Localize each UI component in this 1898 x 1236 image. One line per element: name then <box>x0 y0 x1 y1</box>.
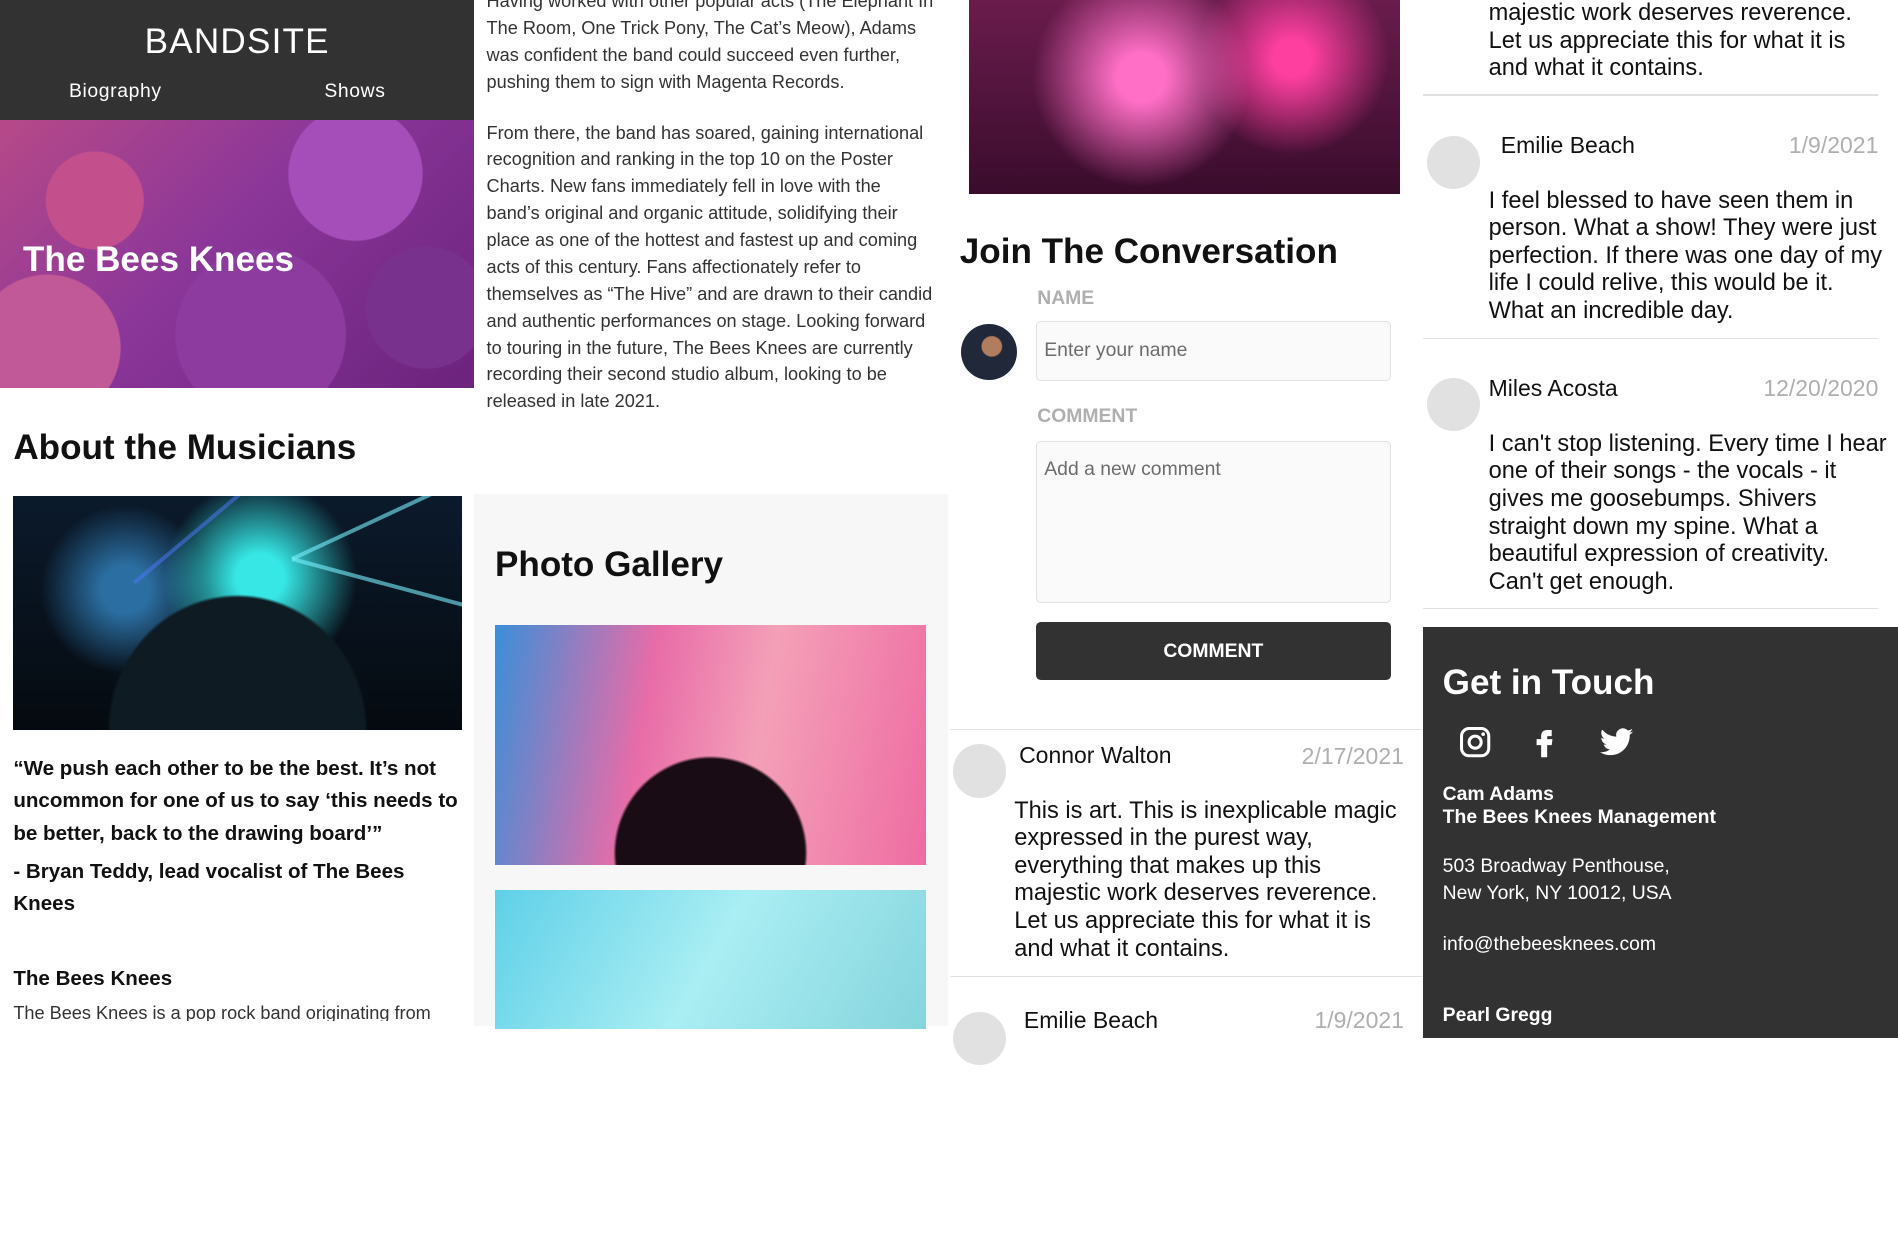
avatar <box>1426 135 1481 189</box>
bio-continued: Having worked with other popular acts (T… <box>487 0 937 439</box>
comment-text: majestic work deserves reverence. Let us… <box>1488 0 1852 82</box>
avatar <box>952 1011 1006 1066</box>
contact-name: Pearl Gregg <box>1442 1004 1553 1027</box>
about-title: About the Musicians <box>13 428 357 468</box>
divider <box>1423 337 1879 339</box>
facebook-icon[interactable] <box>1526 724 1562 760</box>
email-link[interactable]: info@thebeesknees.com <box>1443 932 1656 956</box>
divider <box>950 975 1423 977</box>
avatar <box>952 744 1006 798</box>
contact-name: Cam Adams <box>1442 782 1554 805</box>
conversation-title: Join The Conversation <box>959 232 1338 272</box>
address-line-1: 503 Broadway Penthouse, <box>1442 855 1670 878</box>
comment-date: 2/17/2021 <box>1301 743 1404 770</box>
site-logo[interactable]: BANDSITE <box>0 22 474 62</box>
comment-author: Emilie Beach <box>1500 131 1635 158</box>
comment-button[interactable]: COMMENT <box>1036 622 1391 681</box>
comment-text: I can't stop listening. Every time I hea… <box>1488 430 1887 595</box>
comment-author: Miles Acosta <box>1488 375 1618 402</box>
band-quote: “We push each other to be the best. It’s… <box>13 753 461 921</box>
instagram-icon[interactable] <box>1457 724 1493 760</box>
divider <box>1423 94 1879 96</box>
bio-title: The Bees Knees <box>13 967 173 991</box>
nav-biography[interactable]: Biography <box>69 80 162 103</box>
twitter-icon[interactable] <box>1596 724 1637 760</box>
user-avatar <box>960 324 1017 381</box>
name-label: NAME <box>1037 286 1095 309</box>
comment-date: 1/9/2021 <box>1788 131 1879 158</box>
gallery-title: Photo Gallery <box>495 544 724 584</box>
comment-label: COMMENT <box>1037 405 1138 428</box>
gallery-photo <box>969 0 1401 194</box>
divider <box>1423 607 1879 609</box>
concert-photo <box>13 496 463 730</box>
comment-author: Emilie Beach <box>1023 1006 1159 1033</box>
bio-text: The Bees Knees is a pop rock band origin… <box>13 1002 431 1022</box>
contact-org: The Bees Knees Management <box>1442 805 1716 828</box>
quote-text: “We push each other to be the best. It’s… <box>13 756 458 846</box>
comment-date: 1/9/2021 <box>1314 1006 1404 1033</box>
comment-date: 12/20/2020 <box>1763 375 1879 402</box>
footer-title: Get in Touch <box>1442 663 1655 703</box>
comment-author: Connor Walton <box>1019 741 1172 768</box>
gallery-photo <box>495 889 926 1029</box>
nav-shows[interactable]: Shows <box>324 80 385 103</box>
bio-paragraph: From there, the band has soared, gaining… <box>486 122 933 412</box>
divider <box>950 728 1423 730</box>
comment-input[interactable] <box>1036 440 1391 603</box>
gallery-photo <box>495 624 926 866</box>
name-input[interactable] <box>1036 320 1391 382</box>
avatar <box>1426 377 1481 431</box>
address-line-2: New York, NY 10012, USA <box>1442 882 1672 905</box>
quote-author: - Bryan Teddy, lead vocalist of The Bees… <box>13 859 405 916</box>
footer: Get in Touch Cam Adams The Bees Knees Ma… <box>1423 626 1898 1039</box>
bio-paragraph: Having worked with other popular acts (T… <box>486 0 934 92</box>
hero-title: The Bees Knees <box>22 239 294 279</box>
comment-text: This is art. This is inexplicable magic … <box>1014 797 1397 962</box>
comment-text: I feel blessed to have seen them in pers… <box>1488 187 1883 324</box>
site-header: BANDSITE Biography Shows <box>0 0 475 120</box>
